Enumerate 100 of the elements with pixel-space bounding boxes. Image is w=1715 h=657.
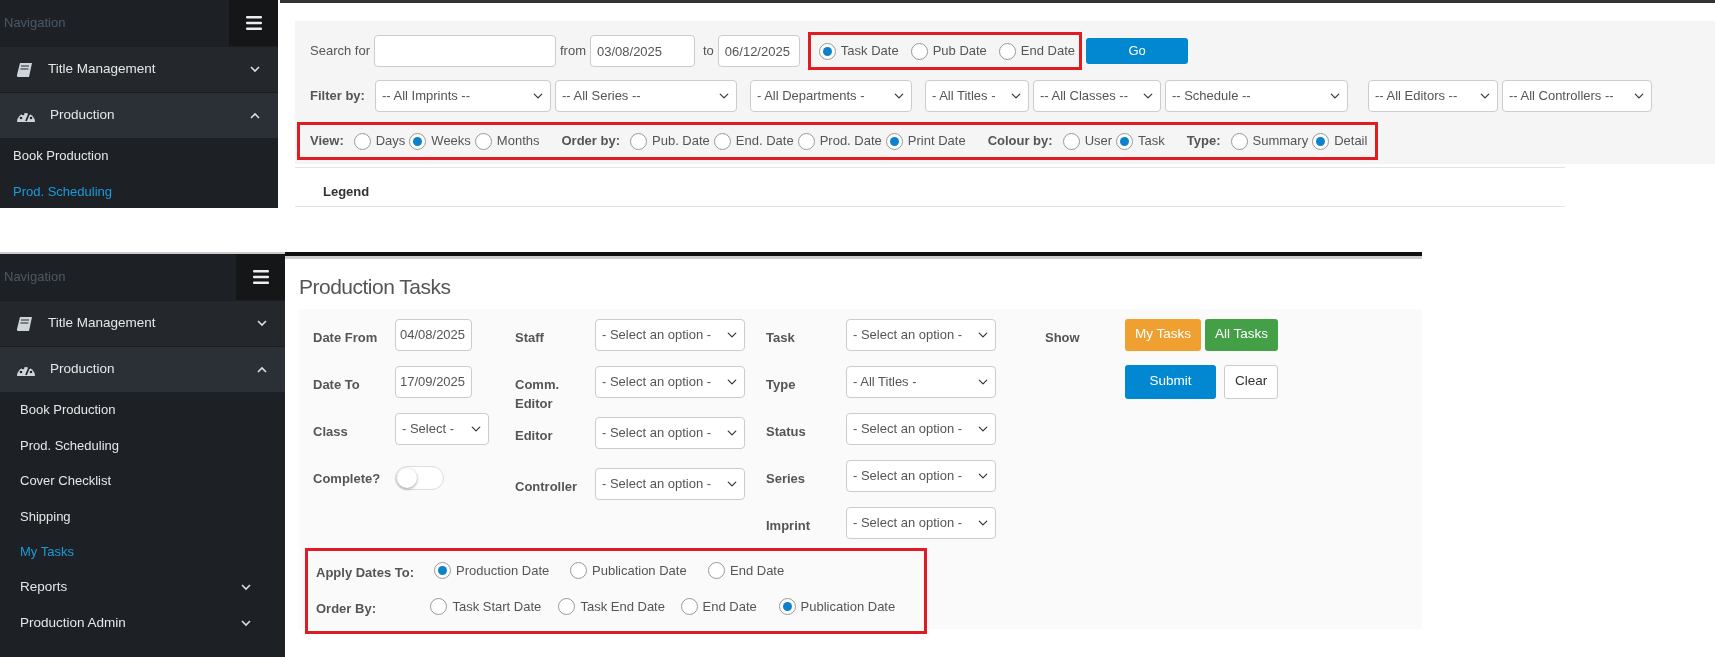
radio-option[interactable]: Pub. Date: [630, 131, 710, 151]
field-label: Complete?: [313, 469, 382, 488]
field-label: Task: [766, 328, 796, 347]
toggle-switch[interactable]: [395, 465, 444, 490]
field-label: Type: [766, 375, 797, 394]
chevron-down-icon: [241, 620, 251, 627]
sidebar-item[interactable]: Production: [0, 346, 285, 392]
field-label: Date To: [313, 375, 361, 394]
date-field[interactable]: 06/12/2025: [717, 35, 800, 67]
go-button[interactable]: Go: [1086, 38, 1189, 64]
dropdown[interactable]: - All Titles -: [924, 80, 1029, 112]
field-label: Colour by:: [987, 132, 1053, 151]
section-heading: Legend: [323, 184, 370, 199]
sidebar-link[interactable]: Cover Checklist: [0, 463, 125, 499]
sidebar-link[interactable]: Book Production: [0, 392, 129, 428]
radio-option[interactable]: Detail: [1312, 131, 1368, 151]
field-label: Order By:: [316, 599, 377, 618]
dropdown[interactable]: - All Departments -: [749, 80, 912, 112]
field-label: Show: [1045, 328, 1081, 347]
radio-option[interactable]: Publication Date: [570, 560, 687, 581]
sidebar-item[interactable]: Reports: [0, 569, 285, 606]
field-label: Order by:: [561, 132, 620, 151]
field-label: Filter by:: [310, 87, 365, 106]
chevron-down-icon: [250, 66, 260, 73]
dropdown[interactable]: - Select an option -: [846, 506, 996, 539]
dropdown[interactable]: -- All Controllers --: [1501, 80, 1652, 112]
radio-option[interactable]: Task Date: [818, 41, 899, 61]
sidebar-link[interactable]: Prod. Scheduling: [0, 173, 125, 208]
field-label: Type:: [1186, 132, 1221, 151]
radio-option[interactable]: End Date: [708, 560, 785, 581]
chevron-down-icon: [257, 320, 267, 327]
sidebar-header: Navigation: [3, 14, 67, 32]
radio-option[interactable]: Pub Date: [910, 41, 987, 61]
radio-option[interactable]: Print Date: [885, 131, 966, 151]
field-label: to: [703, 42, 714, 61]
dropdown[interactable]: - Select an option -: [595, 467, 745, 500]
field-label: Class: [313, 422, 349, 441]
dropdown[interactable]: - Select an option -: [595, 365, 745, 398]
radio-option[interactable]: Days: [353, 131, 406, 151]
dropdown[interactable]: -- All Series --: [554, 80, 737, 112]
radio-option[interactable]: Task Start Date: [430, 596, 542, 617]
date-field[interactable]: 04/08/2025: [395, 318, 472, 351]
menu-button[interactable]: [236, 254, 285, 300]
dropdown[interactable]: -- Schedule --: [1164, 80, 1348, 112]
dropdown[interactable]: - Select an option -: [846, 318, 996, 351]
dropdown[interactable]: - Select -: [395, 412, 489, 445]
dropdown[interactable]: -- All Imprints --: [374, 80, 551, 112]
chevron-up-icon: [257, 366, 267, 373]
field-label: View:: [310, 132, 344, 151]
field-label: Apply Dates To:: [316, 563, 415, 582]
book-icon: [16, 61, 34, 78]
radio-option[interactable]: End. Date: [713, 131, 794, 151]
field-label: Editor: [515, 426, 554, 445]
sidebar-link[interactable]: Book Production: [0, 138, 122, 174]
menu-button[interactable]: [229, 0, 278, 46]
dropdown[interactable]: -- All Editors --: [1367, 80, 1498, 112]
radio-option[interactable]: Summary: [1230, 131, 1309, 151]
date-field[interactable]: 03/08/2025: [590, 35, 695, 67]
dropdown[interactable]: - Select an option -: [595, 416, 745, 449]
sidebar-link[interactable]: Prod. Scheduling: [0, 427, 132, 463]
sidebar-link[interactable]: My Tasks: [0, 534, 87, 570]
radio-option[interactable]: End Date: [680, 596, 757, 617]
dropdown[interactable]: - All Titles -: [846, 365, 996, 398]
field-label: Imprint: [766, 516, 812, 535]
chevron-up-icon: [250, 112, 260, 119]
chevron-down-icon: [241, 584, 251, 591]
radio-option[interactable]: Task: [1116, 131, 1165, 151]
radio-option[interactable]: Weeks: [409, 131, 471, 151]
date-field[interactable]: 17/09/2025: [395, 365, 472, 398]
dropdown[interactable]: - Select an option -: [846, 459, 996, 492]
radio-option[interactable]: End Date: [998, 41, 1076, 61]
page-title: Production Tasks: [299, 274, 452, 300]
menu-icon: [245, 16, 262, 30]
sidebar-item[interactable]: Production Admin: [0, 605, 285, 642]
field-label: Search for: [310, 42, 370, 61]
sidebar-link[interactable]: Shipping: [0, 498, 84, 534]
field-label: Comm. Editor: [515, 375, 561, 413]
dropdown[interactable]: - Select an option -: [595, 318, 745, 351]
search-field[interactable]: [374, 35, 556, 67]
sidebar-item[interactable]: Title Management: [0, 300, 285, 346]
radio-option[interactable]: Publication Date: [778, 596, 896, 617]
radio-option[interactable]: User: [1062, 131, 1113, 151]
dropdown[interactable]: -- All Classes --: [1032, 80, 1161, 112]
sidebar-item[interactable]: Production: [0, 92, 278, 138]
dropdown[interactable]: - Select an option -: [846, 412, 996, 445]
book-icon: [16, 315, 34, 332]
radio-option[interactable]: Prod. Date: [797, 131, 882, 151]
sidebar-item[interactable]: Title Management: [0, 46, 278, 92]
radio-option[interactable]: Months: [474, 131, 540, 151]
field-label: from: [560, 42, 586, 61]
action-button[interactable]: Submit: [1125, 364, 1216, 399]
action-button[interactable]: Clear: [1224, 364, 1279, 399]
field-label: Controller: [515, 477, 579, 496]
sidebar-header: Navigation: [3, 268, 67, 286]
radio-option[interactable]: Production Date: [434, 560, 550, 581]
field-label: Series: [766, 469, 807, 488]
radio-option[interactable]: Task End Date: [558, 596, 665, 617]
menu-icon: [252, 270, 269, 284]
field-label: Date From: [313, 328, 379, 347]
field-label: Status: [766, 422, 807, 441]
